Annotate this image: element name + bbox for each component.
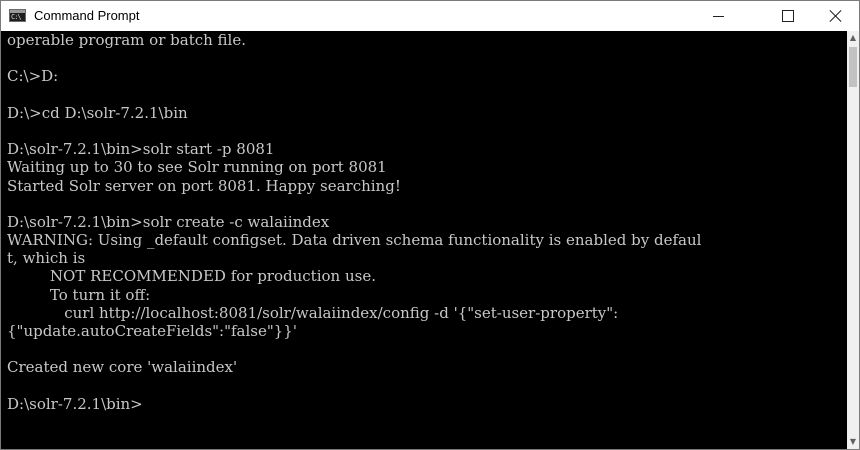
- minimize-icon: [712, 15, 724, 17]
- scroll-thumb[interactable]: [849, 47, 857, 87]
- console-line: operable program or batch file.: [7, 31, 246, 49]
- console-line: Started Solr server on port 8081. Happy …: [7, 176, 401, 195]
- command-prompt-window: C:\ Command Prompt operable program or b…: [0, 0, 860, 450]
- window-title: Command Prompt: [34, 8, 140, 23]
- close-button[interactable]: [813, 1, 859, 31]
- console-line: Created new core 'walaiindex': [7, 358, 238, 377]
- console-line: t, which is: [7, 249, 86, 268]
- console-line: D:\>cd D:\solr-7.2.1\bin: [7, 103, 188, 122]
- cmd-icon[interactable]: C:\: [9, 9, 26, 22]
- scroll-down-arrow-icon[interactable]: ▼: [847, 435, 859, 449]
- console-line: curl http://localhost:8081/solr/walaiind…: [7, 303, 619, 322]
- console-line: WARNING: Using _default configset. Data …: [7, 231, 702, 250]
- vertical-scrollbar[interactable]: ▲ ▼: [847, 31, 859, 449]
- console-line: NOT RECOMMENDED for production use.: [7, 267, 376, 286]
- close-icon: [829, 9, 843, 23]
- console-output[interactable]: operable program or batch file. C:\>D: D…: [1, 31, 847, 449]
- console-line: To turn it off:: [7, 285, 151, 304]
- maximize-button[interactable]: [765, 1, 811, 31]
- scroll-up-arrow-icon[interactable]: ▲: [847, 31, 859, 45]
- maximize-icon: [782, 10, 794, 22]
- console-lines: operable program or batch file. C:\>D: D…: [7, 31, 701, 413]
- minimize-button[interactable]: [695, 1, 741, 31]
- console-line: D:\solr-7.2.1\bin>solr start -p 8081: [7, 140, 275, 159]
- console-line: D:\solr-7.2.1\bin>: [7, 394, 143, 413]
- console-line: D:\solr-7.2.1\bin>solr create -c walaiin…: [7, 212, 330, 231]
- console-line: C:\>D:: [7, 67, 59, 86]
- title-bar[interactable]: C:\ Command Prompt: [1, 1, 859, 31]
- console-line: Waiting up to 30 to see Solr running on …: [7, 158, 387, 177]
- console-line: {"update.autoCreateFields":"false"}}': [7, 322, 297, 340]
